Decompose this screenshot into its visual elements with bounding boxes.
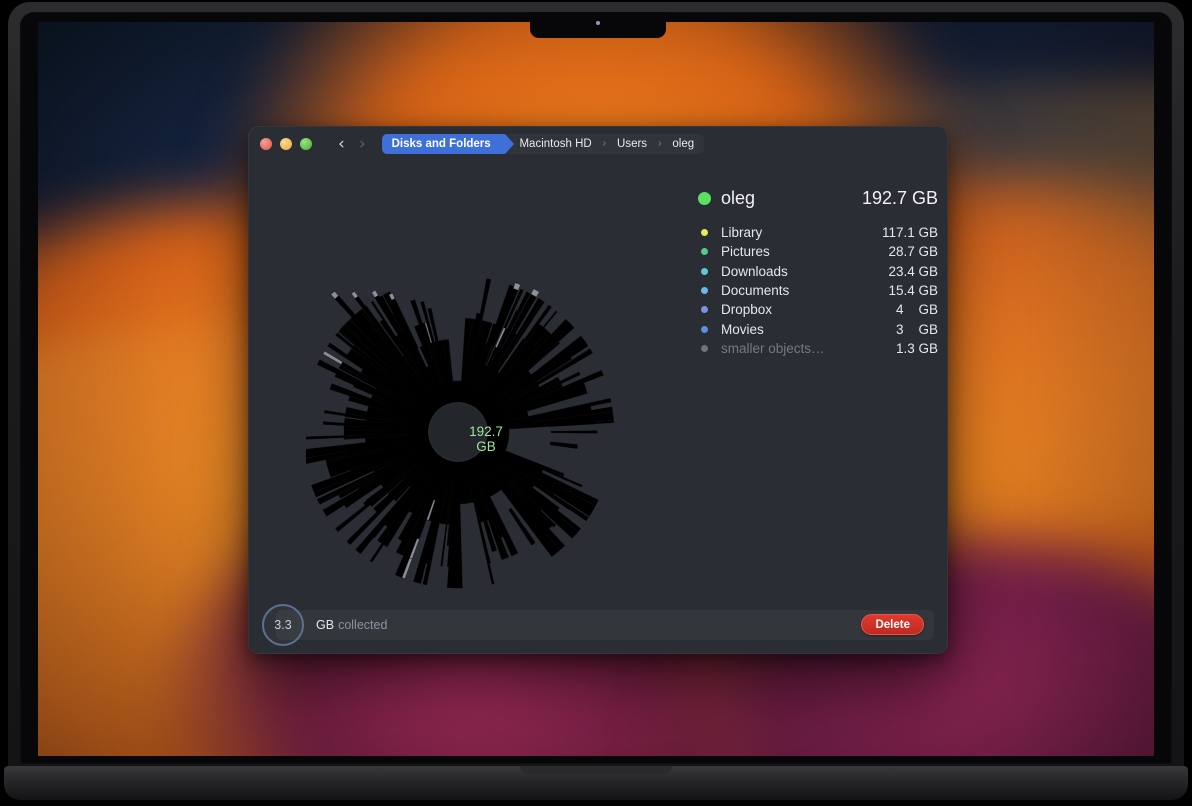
sunburst-segment[interactable] — [482, 542, 492, 565]
close-button[interactable] — [260, 138, 272, 150]
sunburst-segment[interactable] — [329, 383, 353, 396]
legend-item-size: 15.4 GB — [888, 283, 938, 299]
sunburst-segment[interactable] — [385, 430, 408, 435]
legend-panel: oleg 192.7 GB Library 117.1 GB Pictures 28.… — [698, 188, 938, 358]
legend-root-size: 192.7 GB — [861, 188, 938, 208]
window-titlebar: ‹ › Disks and Folders Macintosh HD › Use… — [248, 126, 948, 162]
back-arrow-icon[interactable]: ‹ — [338, 135, 345, 153]
sunburst-segment[interactable] — [335, 515, 355, 533]
legend-item-name: Movies — [721, 321, 764, 337]
sunburst-segment[interactable] — [420, 301, 430, 323]
status-bar: 3.3 GB collected Delete — [248, 596, 948, 654]
sunburst-segment[interactable] — [550, 430, 598, 434]
legend-row[interactable]: Movies 3 GB — [698, 319, 938, 338]
sunburst-segment[interactable] — [322, 421, 345, 426]
legend-item-name: Pictures — [721, 244, 770, 260]
legend-item-size: 3 GB — [895, 321, 938, 337]
sunburst-segment[interactable] — [364, 430, 387, 436]
sunburst-segment[interactable] — [486, 562, 495, 585]
sunburst-chart[interactable]: 192.7 GB — [306, 264, 666, 614]
legend-item-name: Dropbox — [721, 302, 773, 318]
sunburst-segment[interactable] — [322, 499, 345, 517]
legend-root-name: oleg — [721, 188, 756, 208]
legend-item-name: Downloads — [721, 263, 788, 279]
breadcrumb-item-oleg[interactable]: oleg — [662, 134, 704, 154]
collected-value: 3.3 — [274, 618, 292, 632]
sunburst-segment[interactable] — [419, 540, 436, 565]
legend-row[interactable]: Documents 15.4 GB — [698, 281, 938, 300]
sunburst-segment[interactable] — [581, 370, 604, 384]
sunburst-segment[interactable] — [448, 524, 462, 547]
laptop-screen: ‹ › Disks and Folders Macintosh HD › Use… — [38, 22, 1154, 756]
breadcrumb: Disks and Folders Macintosh HD › Users ›… — [381, 134, 705, 154]
breadcrumb-item-disks-and-folders[interactable]: Disks and Folders — [381, 134, 514, 154]
legend-row[interactable]: Dropbox 4 GB — [698, 300, 938, 319]
legend-color-dot — [701, 344, 708, 352]
status-text: GB collected — [316, 610, 387, 640]
sunburst-segment[interactable] — [306, 435, 324, 440]
camera-indicator-icon — [596, 21, 600, 25]
display-notch — [530, 12, 666, 38]
legend-color-dot — [701, 267, 708, 275]
legend-row[interactable]: Pictures 28.7 GB — [698, 242, 938, 261]
sunburst-segment[interactable] — [440, 544, 446, 567]
legend-root-row[interactable]: oleg 192.7 GB — [698, 188, 938, 209]
sunburst-segment[interactable] — [443, 523, 448, 546]
sunburst-segment[interactable] — [589, 397, 612, 407]
sunburst-segment[interactable] — [446, 566, 463, 589]
collected-unit: GB — [316, 618, 335, 632]
sunburst-center-hole — [429, 403, 487, 461]
legend-color-dot — [701, 306, 708, 314]
minimize-button[interactable] — [280, 138, 292, 150]
legend-item-name: Documents — [721, 283, 790, 299]
zoom-button[interactable] — [300, 138, 312, 150]
legend-color-dot — [701, 248, 708, 256]
legend-item-size: 117.1 GB — [881, 225, 938, 241]
window-content: oleg 192.7 GB Library 117.1 GB Pictures 28.… — [248, 162, 948, 596]
legend-item-size: 28.7 GB — [888, 244, 938, 260]
legend-color-dot — [701, 287, 708, 295]
sunburst-segment[interactable] — [343, 430, 366, 436]
legend-item-name: Library — [721, 225, 763, 241]
sunburst-segment[interactable] — [322, 435, 345, 439]
sunburst-segment[interactable] — [343, 434, 366, 440]
collected-word: collected — [338, 618, 388, 632]
sunburst-segment[interactable] — [355, 533, 375, 555]
sunburst-segment[interactable] — [369, 543, 385, 563]
laptop-base-notch — [520, 766, 672, 774]
legend-row[interactable]: smaller objects… 1.3 GB — [698, 339, 938, 358]
sunburst-segment[interactable] — [323, 409, 346, 417]
legend-item-size: 4 GB — [895, 302, 938, 318]
breadcrumb-item-macintosh-hd[interactable]: Macintosh HD — [509, 134, 601, 154]
sunburst-svg — [306, 278, 615, 589]
legend-item-size: 1.3 GB — [895, 340, 938, 356]
legend-rows: Library 117.1 GB Pictures 28.7 GB Downloads 2… — [698, 223, 938, 358]
sunburst-segment[interactable] — [316, 359, 339, 375]
sunburst-segment[interactable] — [482, 278, 492, 301]
collected-progress-ring[interactable]: 3.3 — [262, 604, 304, 646]
legend-item-size: 23.4 GB — [888, 263, 938, 279]
disk-usage-app-window: ‹ › Disks and Folders Macintosh HD › Use… — [248, 126, 948, 654]
legend-color-dot — [698, 192, 711, 205]
legend-row[interactable]: Library 117.1 GB — [698, 223, 938, 242]
navigation-arrows: ‹ › — [338, 135, 366, 153]
screenshot-stage: ‹ › Disks and Folders Macintosh HD › Use… — [0, 0, 1192, 806]
breadcrumb-item-users[interactable]: Users — [607, 134, 657, 154]
sunburst-segment[interactable] — [425, 520, 440, 545]
delete-button[interactable]: Delete — [861, 614, 924, 635]
legend-color-dot — [701, 325, 708, 333]
forward-arrow-icon[interactable]: › — [359, 135, 366, 153]
legend-row[interactable]: Downloads 23.4 GB — [698, 262, 938, 281]
legend-color-dot — [701, 229, 708, 237]
sunburst-segment[interactable] — [549, 441, 579, 450]
traffic-light-group — [260, 138, 312, 150]
sunburst-segment[interactable] — [446, 545, 463, 568]
legend-item-name: smaller objects… — [721, 340, 825, 356]
